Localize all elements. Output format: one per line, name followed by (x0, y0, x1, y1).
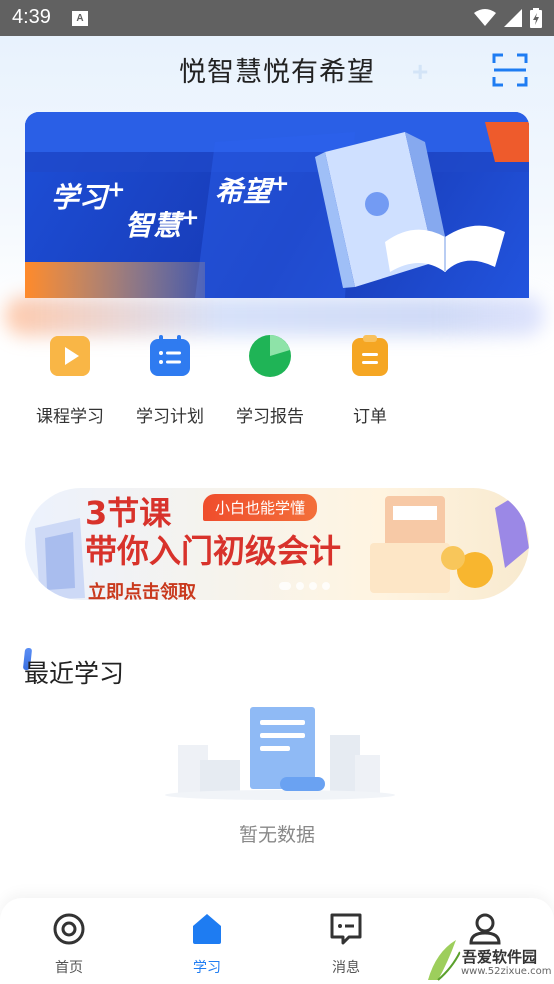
wifi-icon (474, 9, 496, 26)
quick-menu: 课程学习 学习计划 学习报告 订单 (20, 330, 420, 430)
pie-report-icon (249, 335, 291, 377)
quick-item-report[interactable]: 学习报告 (220, 330, 320, 430)
promo-title-line2: 带你入门初级会计 (85, 532, 342, 570)
quick-item-course[interactable]: 课程学习 (20, 330, 120, 430)
status-icons (474, 8, 542, 28)
tab-home[interactable]: 首页 (29, 912, 109, 977)
tab-messages[interactable]: 消息 (306, 912, 386, 977)
quick-item-plan[interactable]: 学习计划 (120, 330, 220, 430)
carousel-dot (309, 582, 317, 590)
signal-icon (504, 9, 522, 27)
calendar-plan-icon (150, 335, 190, 376)
scan-icon[interactable] (492, 52, 528, 88)
status-time: 4:39 (12, 6, 51, 28)
watermark-url: www.52zixue.com (461, 966, 552, 977)
quick-label-plan: 学习计划 (136, 407, 204, 427)
status-bar: 4:39 A (0, 0, 554, 36)
banner-text-hope: 希望+ (215, 171, 290, 208)
hero-banner[interactable]: 学习+ 智慧+ 希望+ (25, 112, 529, 298)
empty-state-illustration (165, 707, 395, 800)
notification-a-icon: A (72, 11, 88, 26)
tab-study[interactable]: 学习 (167, 912, 247, 977)
course-play-icon (50, 336, 90, 376)
promo-cta[interactable]: 立即点击领取 (88, 578, 196, 600)
tab-messages-label: 消息 (332, 960, 360, 976)
tab-home-label: 首页 (55, 960, 83, 976)
carousel-dot-active (279, 582, 291, 590)
plus-decoration: + (412, 56, 429, 87)
quick-label-report: 学习报告 (236, 407, 304, 427)
quick-label-course: 课程学习 (36, 407, 104, 427)
recent-section-title: 最近学习 (24, 659, 125, 688)
promo-banner[interactable]: 3节课 小白也能学懂 带你入门初级会计 立即点击领取 (25, 488, 529, 600)
order-clipboard-icon (352, 335, 388, 376)
banner-text-study: 学习+ (51, 177, 126, 214)
quick-label-order: 订单 (353, 407, 387, 427)
empty-state-text: 暂无数据 (238, 824, 315, 846)
app-title: 悦智慧悦有希望 (179, 57, 375, 88)
promo-tag: 小白也能学懂 (203, 494, 318, 521)
banner-text-wisdom: 智慧+ (125, 205, 200, 242)
carousel-dot (322, 582, 330, 590)
message-icon (330, 913, 362, 945)
quick-item-order[interactable]: 订单 (320, 330, 420, 430)
study-house-icon (193, 914, 221, 944)
carousel-dots (279, 582, 330, 590)
home-target-icon (53, 913, 85, 945)
watermark-text: 吾爱软件园 (460, 946, 540, 967)
battery-icon (530, 8, 542, 28)
tab-study-label: 学习 (193, 960, 221, 976)
carousel-dot (296, 582, 304, 590)
